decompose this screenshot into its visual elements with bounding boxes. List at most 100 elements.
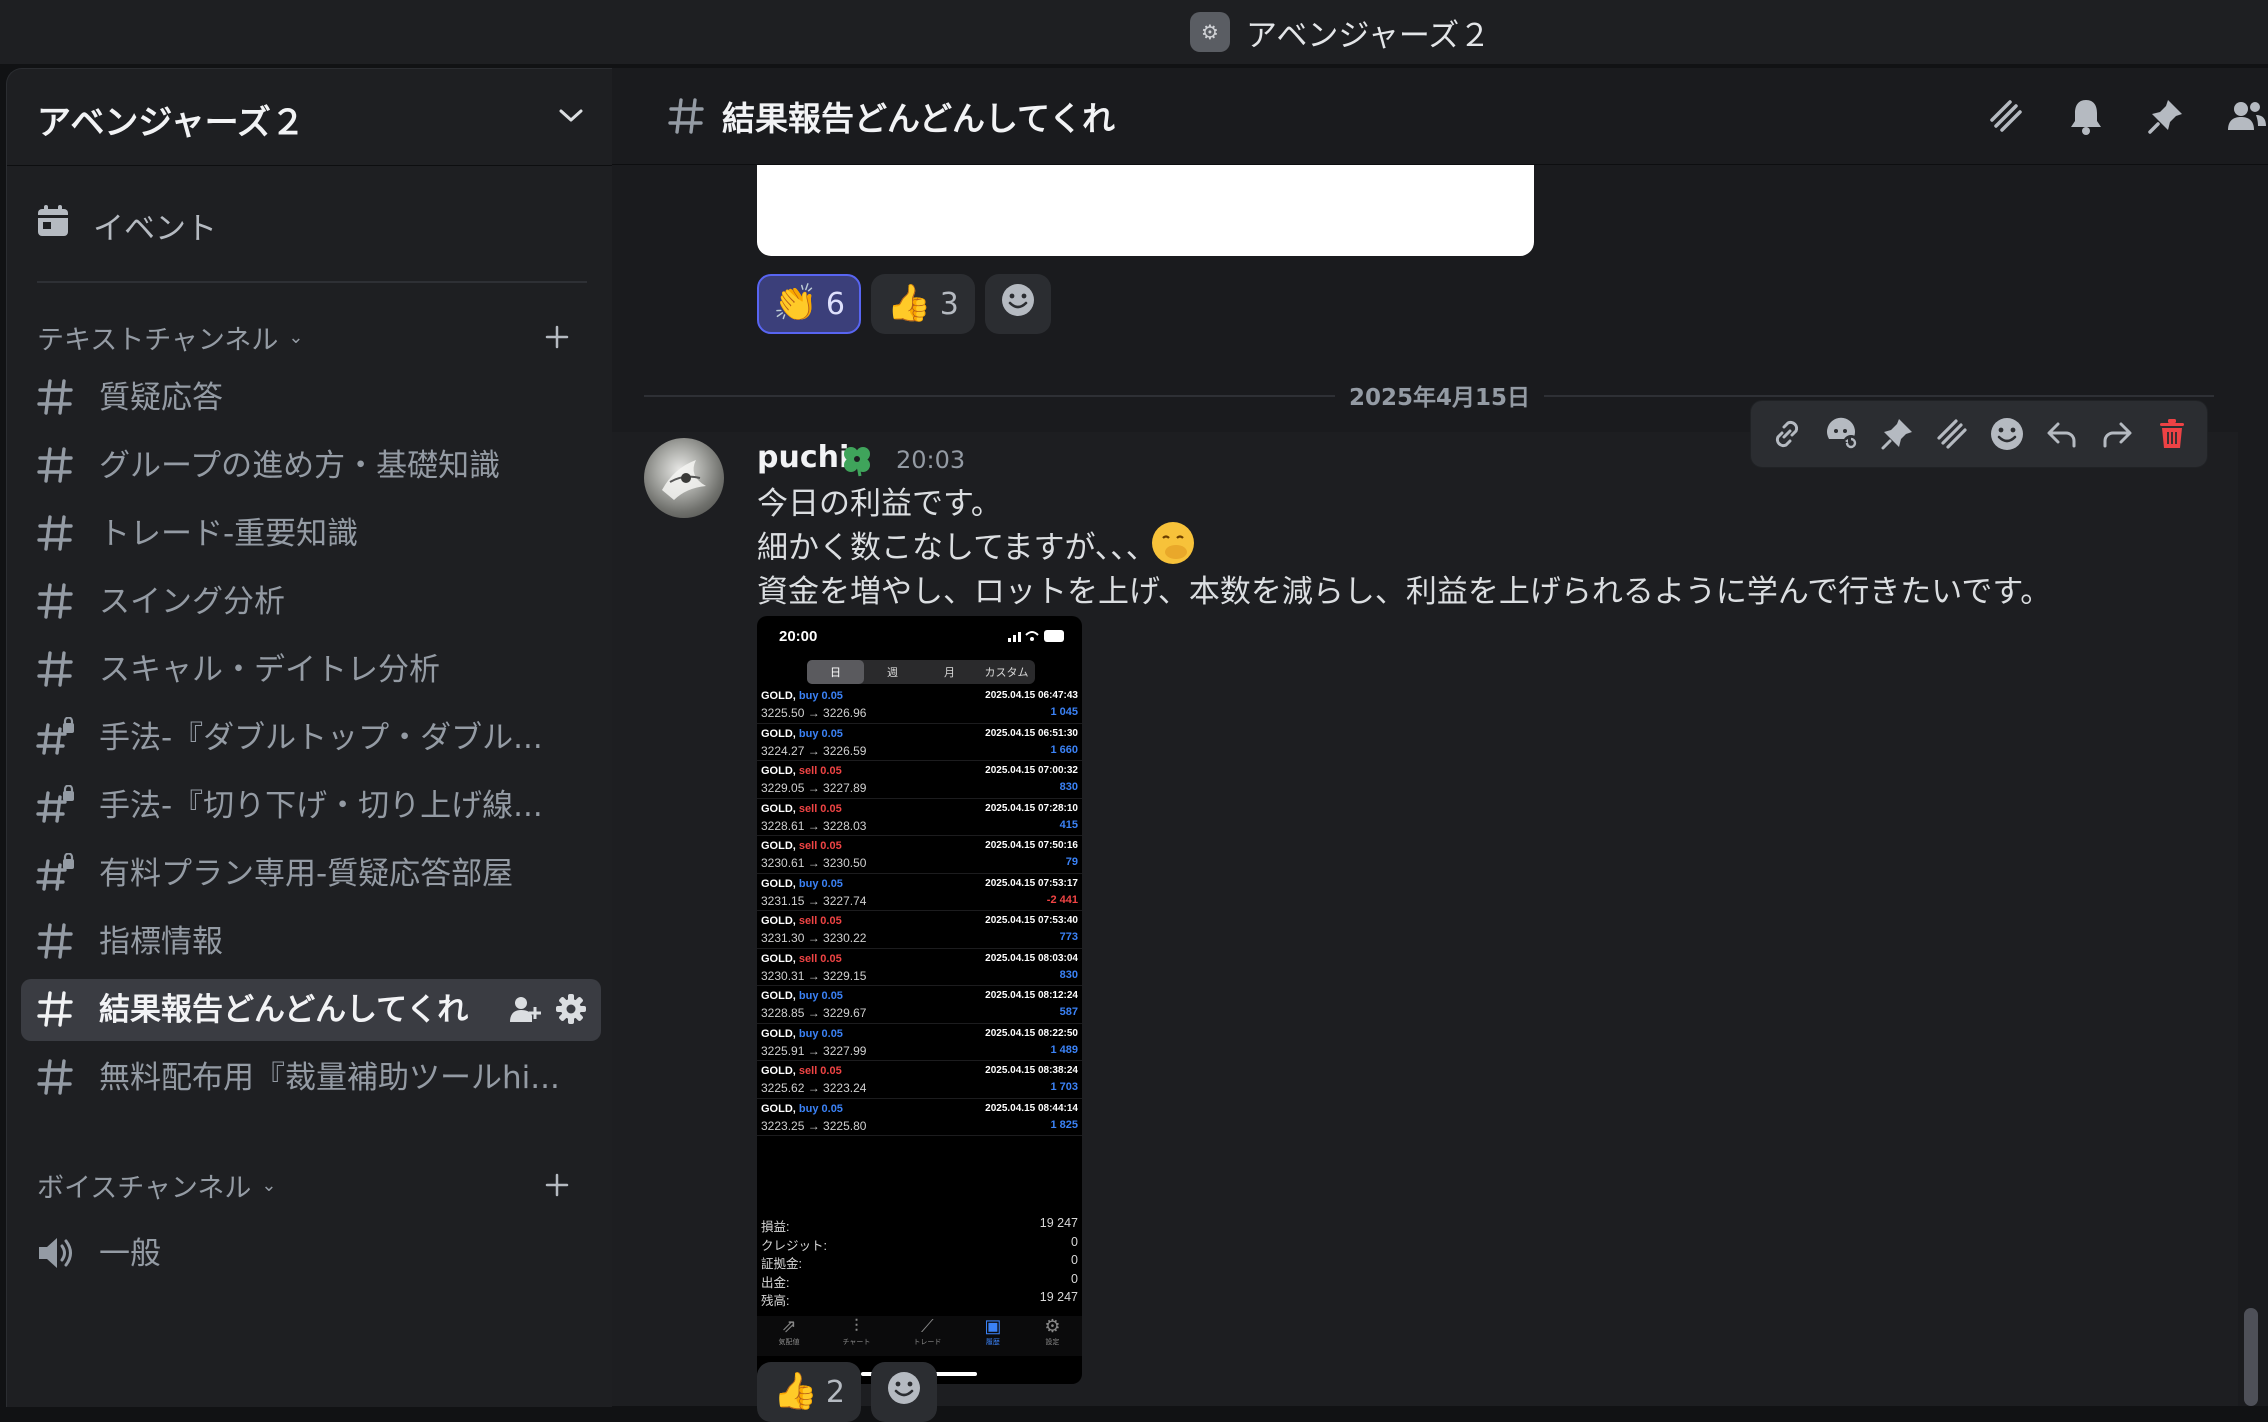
trade-profit: 1 045 <box>1050 706 1078 718</box>
channel-sidebar: アベンジャーズ２ イベント テキストチャンネル ⌄ 質疑応答 グループの進め方・基… <box>6 68 612 1407</box>
trade-symbol-text: GOLD, <box>761 877 796 890</box>
hand-over-mouth-emoji-icon <box>1152 522 1195 564</box>
summary-label: 証拠金: <box>761 1257 802 1271</box>
trade-row: GOLD, sell 0.05 3229.05 → 3227.89 2025.04.… <box>757 761 1082 799</box>
trade-side: buy 0.05 <box>798 727 843 740</box>
add-reaction-icon[interactable] <box>1985 412 2029 456</box>
trade-date: 2025.04.15 07:53:40 <box>985 915 1078 926</box>
voice-category-header[interactable]: ボイスチャンネル ⌄ <box>37 1163 276 1207</box>
trade-date: 2025.04.15 07:50:16 <box>985 840 1078 851</box>
channel-item[interactable]: 質疑応答 <box>21 367 601 429</box>
channel-item[interactable]: トレード-重要知識 <box>21 503 601 565</box>
trade-side: sell 0.05 <box>798 952 842 965</box>
period-tab[interactable]: 日 <box>807 660 864 684</box>
add-reaction-button[interactable] <box>870 1362 937 1422</box>
summary-value: 0 <box>1071 1253 1078 1267</box>
emoji-reset-icon[interactable] <box>1820 412 1864 456</box>
username[interactable]: puchi <box>757 440 849 475</box>
gear-icon[interactable] <box>555 993 587 1029</box>
trade-profit: 773 <box>1059 931 1078 943</box>
chat-scrollbar[interactable] <box>2244 1308 2258 1406</box>
period-tab[interactable]: カスタム <box>978 660 1035 684</box>
threads-icon[interactable] <box>1984 94 2028 138</box>
trade-symbol: GOLD, buy 0.05 <box>761 728 843 740</box>
bottom-nav-item[interactable]: ⟋ トレード <box>913 1316 941 1356</box>
trade-profit: 587 <box>1059 1006 1078 1018</box>
events-item[interactable]: イベント <box>35 195 217 255</box>
trade-side: buy 0.05 <box>798 990 843 1002</box>
add-text-channel-icon[interactable] <box>535 315 579 359</box>
nav-item-icon: ⟋ <box>921 1316 934 1336</box>
summary-row: 残高: 19 247 <box>761 1290 1078 1309</box>
add-reaction-button[interactable] <box>984 274 1051 334</box>
bottom-nav-item[interactable]: ⇗ 気配値 <box>778 1316 799 1356</box>
trade-profit: 1 489 <box>1050 1043 1078 1056</box>
bottom-nav-item[interactable]: ▣ 履歴 <box>984 1316 1001 1356</box>
trade-symbol-text: GOLD, <box>761 1102 796 1115</box>
hash-icon <box>35 513 75 553</box>
avatar[interactable] <box>644 438 724 518</box>
channel-item[interactable]: 有料プラン専用-質疑応答部屋 <box>21 843 601 905</box>
period-tab[interactable]: 月 <box>921 660 978 684</box>
nav-item-icon: ⇗ <box>781 1316 797 1336</box>
voice-channel-general[interactable]: 一般 <box>21 1223 601 1285</box>
trade-date: 2025.04.15 07:00:32 <box>985 765 1078 776</box>
text-category-header[interactable]: テキストチャンネル ⌄ <box>37 315 303 359</box>
message-line: 資金を増やし、ロットを上げ、本数を減らし、利益を上げられるように学んで行きたいで… <box>757 574 2052 610</box>
window-titlebar: ⚙ アベンジャーズ２ <box>0 0 2268 64</box>
phone-status-time: 20:00 <box>779 628 818 645</box>
reaction-clap[interactable]: 👏 6 <box>757 274 861 334</box>
server-header[interactable]: アベンジャーズ２ <box>7 69 612 166</box>
hash-icon <box>35 377 75 417</box>
nav-item-label: 履歴 <box>985 1339 1000 1346</box>
period-tab[interactable]: 週 <box>864 660 921 684</box>
trade-row: GOLD, sell 0.05 3231.30 → 3230.22 2025.04.… <box>757 911 1082 949</box>
link-icon[interactable] <box>1765 412 1809 456</box>
trade-row: GOLD, buy 0.05 3231.15 → 3227.74 2025.04.1… <box>757 874 1082 911</box>
trade-date: 2025.04.15 07:53:17 <box>985 877 1078 889</box>
pin-icon[interactable] <box>2144 94 2188 138</box>
channel-label: 指標情報 <box>99 924 223 960</box>
bottom-nav-item[interactable]: ⚙ 設定 <box>1044 1316 1060 1356</box>
reaction-count: 6 <box>825 286 845 322</box>
add-reaction-icon <box>1000 282 1036 326</box>
channel-item[interactable]: 指標情報 <box>21 911 601 973</box>
trade-price: 3224.27 → 3226.59 <box>761 743 867 758</box>
trade-profit: 1 703 <box>1050 1081 1078 1093</box>
channel-item[interactable]: 無料配布用『裁量補助ツールhi... <box>21 1047 601 1109</box>
trade-profit: -2 441 <box>1046 893 1078 906</box>
prev-reactions: 👏 6 👍 3 <box>757 274 1051 334</box>
channel-item-active[interactable]: 結果報告どんどんしてくれ <box>21 979 601 1041</box>
trade-history-attachment[interactable]: 20:00 日 週 月 カスタム GOLD, buy 0.05 3225.50 →… <box>757 616 1082 1384</box>
bottom-nav-item[interactable]: ⫶ チャート <box>842 1316 870 1356</box>
delete-icon[interactable] <box>2150 412 2194 456</box>
trade-profit: 830 <box>1059 968 1078 981</box>
trade-profit: 415 <box>1059 818 1078 831</box>
thread-icon[interactable] <box>1930 412 1974 456</box>
invite-icon[interactable] <box>509 993 541 1029</box>
channel-label: トレード-重要知識 <box>99 516 359 552</box>
add-voice-channel-icon[interactable] <box>535 1163 579 1207</box>
summary-row: 証拠金: 0 <box>761 1253 1078 1272</box>
bell-icon[interactable] <box>2064 94 2108 138</box>
message-line-text: 細かく数こなしてますが､､､ <box>757 530 1143 566</box>
trade-price: 3225.91 → 3227.99 <box>761 1043 867 1058</box>
channel-item[interactable]: スイング分析 <box>21 571 601 633</box>
chevron-down-icon[interactable] <box>550 95 592 137</box>
channel-item[interactable]: スキャル・デイトレ分析 <box>21 639 601 701</box>
channel-item[interactable]: 手法-『切り下げ・切り上げ線... <box>21 775 601 837</box>
pin-icon[interactable] <box>1875 412 1919 456</box>
channel-item[interactable]: グループの進め方・基礎知識 <box>21 435 601 497</box>
members-icon[interactable] <box>2224 94 2268 138</box>
message-reactions: 👍 2 <box>757 1362 937 1422</box>
sidebar-divider <box>37 281 587 283</box>
reaction-thumbs-up[interactable]: 👍 2 <box>757 1362 861 1422</box>
hash-icon <box>35 581 75 621</box>
forward-icon[interactable] <box>2095 412 2139 456</box>
trade-price: 3229.05 → 3227.89 <box>761 781 867 795</box>
reaction-thumbs-up[interactable]: 👍 3 <box>870 274 975 334</box>
reply-icon[interactable] <box>2040 412 2084 456</box>
channel-item[interactable]: 手法-『ダブルトップ・ダブル... <box>21 707 601 769</box>
trade-profit: 1 825 <box>1050 1118 1078 1131</box>
previous-attachment-image[interactable] <box>757 164 1534 256</box>
